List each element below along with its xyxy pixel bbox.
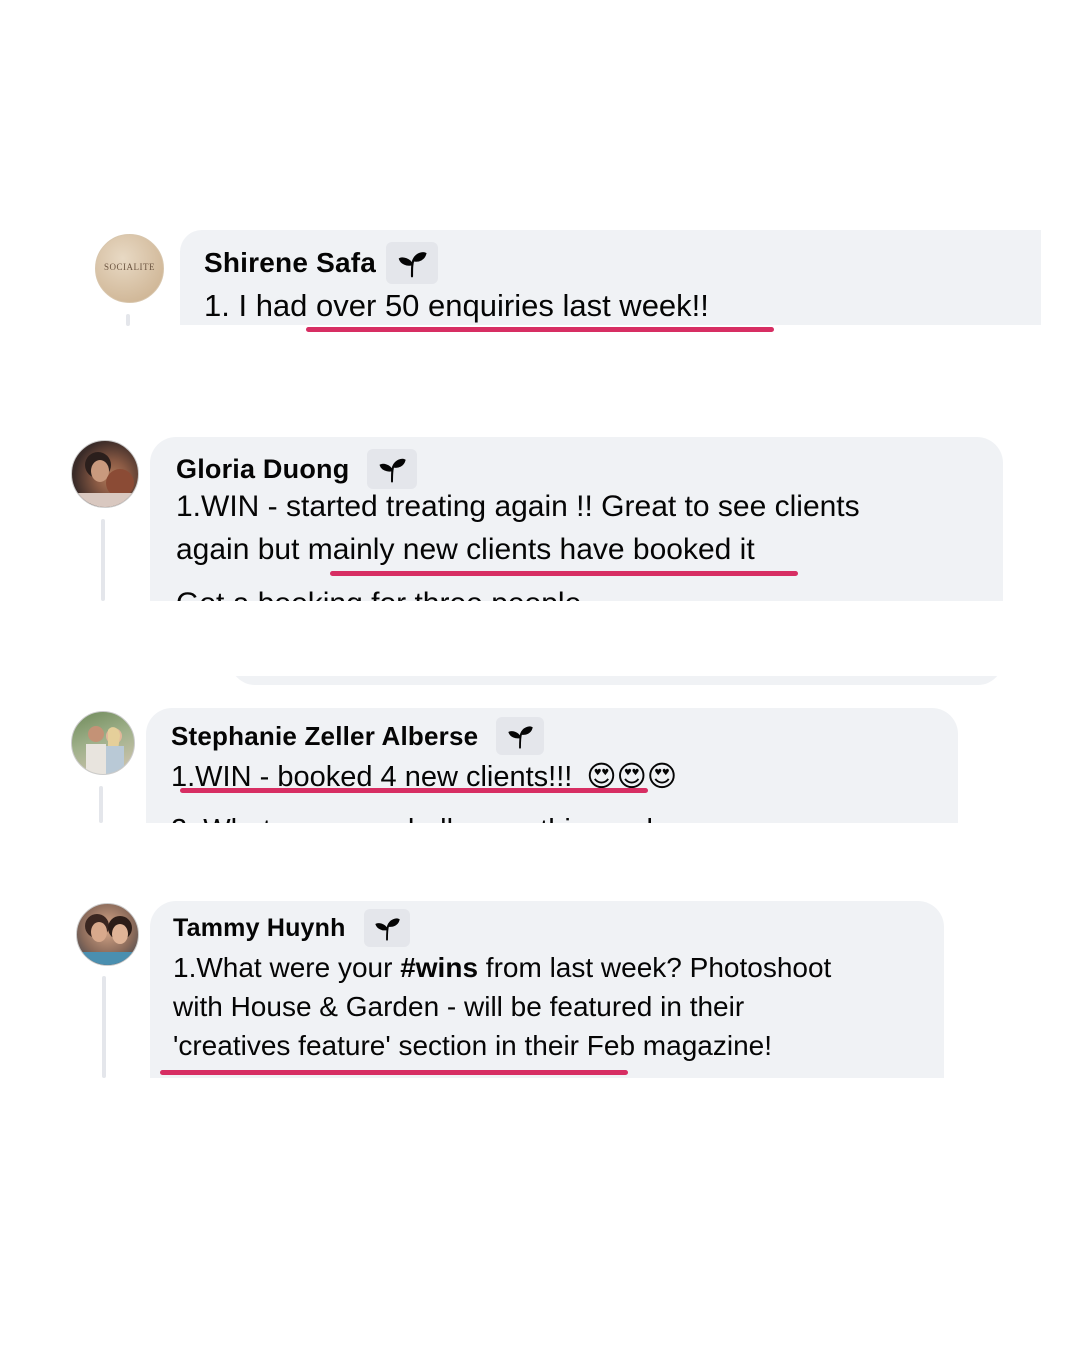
sprout-icon[interactable] [367, 449, 418, 489]
comment-text-line-1: 1.WIN - started treating again !! Great … [176, 490, 860, 523]
avatar-photo-shapes [72, 452, 138, 507]
comment-text-line-3: 'creatives feature' section in their Feb… [173, 1030, 772, 1061]
sprout-icon[interactable] [496, 717, 545, 755]
avatar[interactable] [71, 440, 139, 508]
comment-text-line-1: 1.What were your #wins from last week? P… [173, 952, 831, 984]
comment-text-line-2: with House & Garden - will be featured i… [173, 991, 745, 1022]
comment-text-pre: 1.What were your [173, 952, 401, 983]
avatar[interactable] [71, 711, 135, 775]
avatar[interactable] [76, 903, 139, 966]
author-name[interactable]: Gloria Duong [176, 454, 349, 485]
sprout-icon[interactable] [386, 242, 439, 284]
thread-line [102, 976, 106, 1078]
wins-hashtag[interactable]: #wins [400, 952, 478, 983]
highlight-underline [180, 788, 648, 793]
avatar-photo-shapes [86, 726, 124, 774]
comment-bubble: Shirene Safa 1. I had over 50 enquiries … [180, 230, 1041, 325]
avatar-logo-text: SOCIALITE [104, 262, 155, 272]
thread-line [126, 314, 130, 326]
author-name[interactable]: Stephanie Zeller Alberse [171, 721, 478, 752]
avatar-photo-shapes [77, 914, 138, 965]
highlight-underline [330, 571, 798, 576]
author-name[interactable]: Tammy Huynh [173, 914, 346, 943]
thread-line [99, 786, 103, 823]
comment-text-line-2: again but mainly new clients have booked… [176, 533, 755, 566]
comment-bubble: Stephanie Zeller Alberse 1.WIN - booked … [146, 708, 958, 823]
sprout-icon[interactable] [363, 909, 410, 947]
crop-mask [150, 601, 1020, 676]
highlight-underline [160, 1070, 628, 1075]
author-name[interactable]: Shirene Safa [204, 247, 376, 279]
comment-text: 1. I had over 50 enquiries last week!! [204, 288, 709, 323]
avatar[interactable]: SOCIALITE [95, 234, 164, 303]
thread-line [101, 519, 105, 601]
comment-text-line-3-cut: Got a booking for three people [176, 587, 581, 601]
highlight-underline [306, 327, 774, 332]
comment-text-line-2-cut: 2. What are your challenges this week [171, 814, 661, 823]
comment-bubble: Tammy Huynh 1.What were your #wins from … [150, 901, 944, 1078]
comment-text-post: from last week? Photoshoot [478, 952, 832, 983]
comment-bubble: Gloria Duong 1.WIN - started treating ag… [150, 437, 1003, 601]
